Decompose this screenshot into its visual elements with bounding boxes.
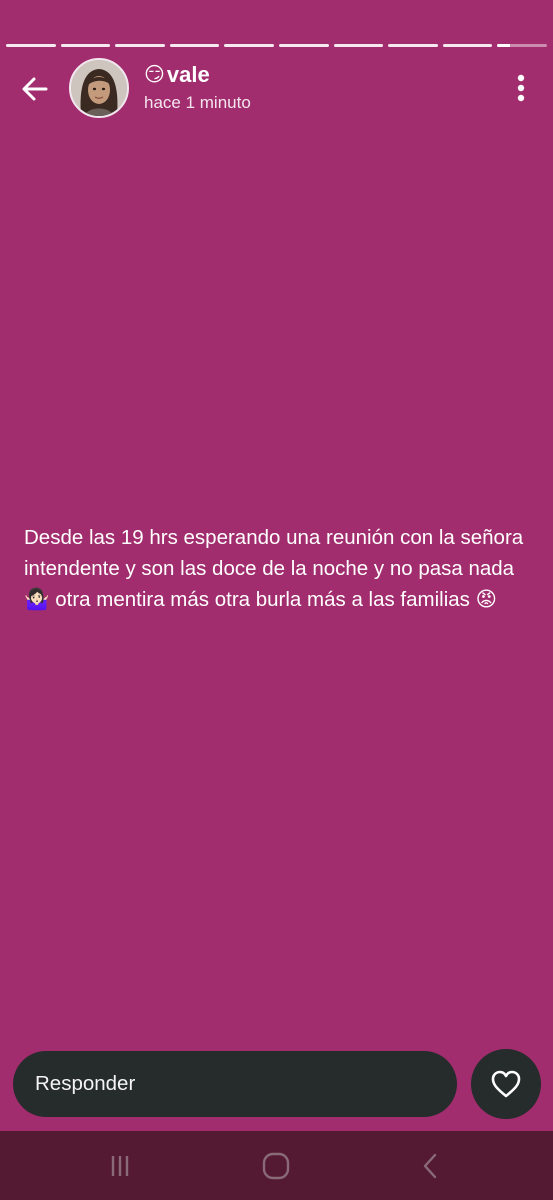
progress-segment [60,44,111,47]
reply-placeholder: Responder [35,1072,136,1095]
progress-segment [442,44,493,47]
status-emoji: 😏 [144,64,165,86]
recents-button[interactable] [100,1148,140,1184]
more-options-button[interactable] [508,72,534,104]
arrow-left-icon [22,77,48,101]
story-user-info: 😏 vale hace 1 minuto [144,62,251,113]
like-button[interactable] [471,1049,541,1119]
avatar[interactable] [69,58,129,118]
progress-segment-current [497,44,547,47]
user-name-label: vale [166,62,210,87]
progress-segment [115,44,165,47]
progress-segment [388,44,438,47]
user-name[interactable]: 😏 vale [144,62,251,88]
progress-segment [224,44,274,47]
system-navigation-bar [0,1131,553,1200]
story-text: Desde las 19 hrs esperando una reunión c… [24,526,524,611]
home-icon [262,1152,290,1180]
home-button[interactable] [256,1148,296,1184]
back-button[interactable] [16,70,54,108]
chevron-left-icon [423,1153,437,1179]
story-progress-bar [6,44,547,47]
progress-segment [169,44,220,47]
progress-segment [278,44,329,47]
progress-segment-fill [497,44,510,47]
system-back-button[interactable] [410,1148,450,1184]
heart-icon [491,1070,521,1098]
more-vertical-icon [517,74,525,102]
progress-segment [6,44,56,47]
reply-input[interactable]: Responder [13,1051,457,1117]
posted-time: hace 1 minuto [144,93,251,112]
avatar-image [71,60,127,116]
progress-segment [333,44,384,47]
recents-icon [111,1156,129,1176]
